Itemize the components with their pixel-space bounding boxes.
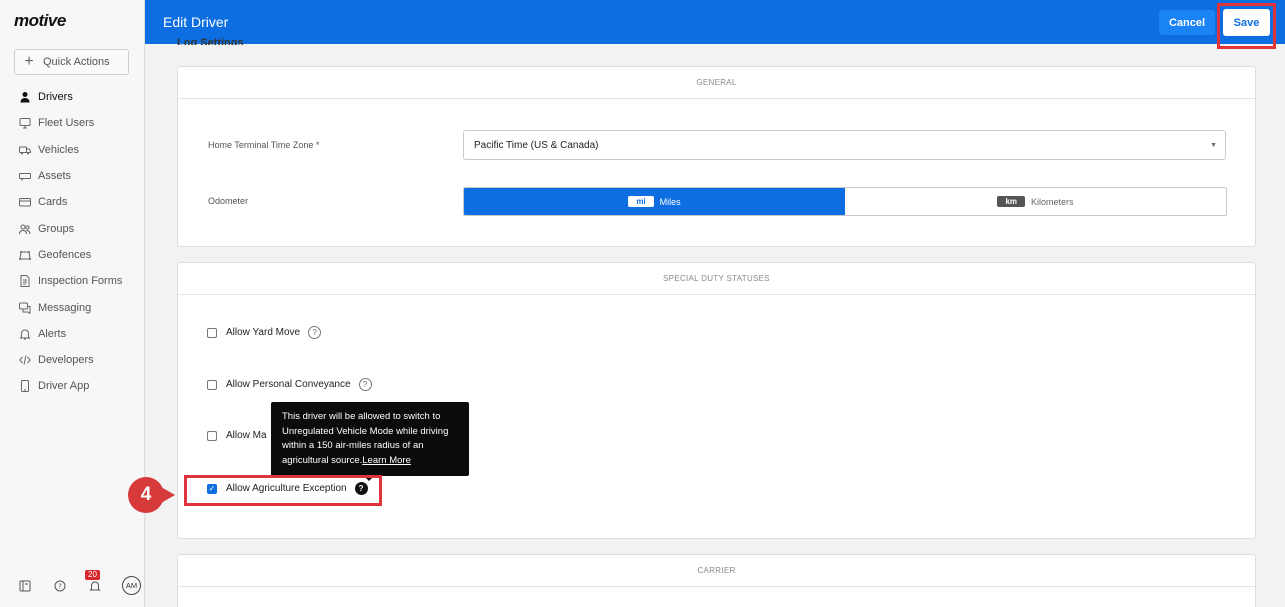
chevron-down-icon: ▼ <box>1210 142 1217 149</box>
sidebar-item-alerts[interactable]: Alerts <box>0 321 145 347</box>
sidebar-item-label: Developers <box>38 354 94 367</box>
sidebar-item-groups[interactable]: Groups <box>0 215 145 241</box>
truck-icon <box>16 144 34 156</box>
card-icon <box>16 196 34 208</box>
sidebar-item-fleet-users[interactable]: Fleet Users <box>0 110 145 136</box>
carrier-panel: CARRIER <box>177 554 1256 607</box>
sidebar-item-label: Fleet Users <box>38 117 95 130</box>
sidebar-item-label: Alerts <box>38 327 67 340</box>
sidebar-item-assets[interactable]: Assets <box>0 163 145 189</box>
avatar[interactable]: AM <box>122 576 141 595</box>
sidebar-item-label: Assets <box>38 170 72 183</box>
code-icon <box>16 354 34 366</box>
general-panel: GENERAL Home Terminal Time Zone * Pacifi… <box>177 66 1256 247</box>
carrier-heading: CARRIER <box>178 555 1255 587</box>
sidebar-item-label: Vehicles <box>38 143 79 156</box>
general-heading: GENERAL <box>178 67 1255 99</box>
agriculture-tooltip: This driver will be allowed to switch to… <box>271 402 469 481</box>
step-number: 4 <box>128 477 164 513</box>
sidebar-nav: Drivers Fleet Users Vehicles Assets Card… <box>0 84 145 400</box>
person-icon <box>16 91 34 103</box>
sidebar-item-vehicles[interactable]: Vehicles <box>0 137 145 163</box>
book-icon[interactable] <box>17 578 33 594</box>
trailer-icon <box>16 170 34 182</box>
group-icon <box>16 223 34 235</box>
learn-more-link[interactable]: Learn More <box>362 455 411 466</box>
help-icon[interactable]: ? <box>308 326 322 339</box>
sidebar-item-messaging[interactable]: Messaging <box>0 294 145 320</box>
odometer-label: Odometer <box>208 196 249 206</box>
yard-move-option: Allow Yard Move ? <box>207 326 322 339</box>
save-button-highlight <box>1217 3 1276 49</box>
sidebar-item-label: Driver App <box>38 380 90 393</box>
odometer-option-kilometers[interactable]: km Kilometers <box>845 188 1226 215</box>
sidebar-item-inspection-forms[interactable]: Inspection Forms <box>0 268 145 294</box>
agriculture-exception-highlight <box>184 475 382 506</box>
odometer-option-miles[interactable]: mi Miles <box>464 188 845 215</box>
unit-badge: km <box>997 196 1026 207</box>
manual-checkbox[interactable] <box>207 430 217 441</box>
manual-option: Allow Ma <box>207 430 267 441</box>
personal-conveyance-checkbox[interactable] <box>207 379 217 390</box>
quick-actions-button[interactable]: + Quick Actions <box>14 49 129 75</box>
sidebar: motive + Quick Actions Drivers Fleet Use… <box>0 0 145 607</box>
monitor-icon <box>16 117 34 129</box>
document-icon <box>16 275 34 288</box>
svg-text:?: ? <box>58 582 62 590</box>
notification-badge: 20 <box>85 569 100 580</box>
sidebar-item-label: Drivers <box>38 91 73 104</box>
sidebar-item-developers[interactable]: Developers <box>0 347 145 373</box>
geofence-icon <box>16 249 34 261</box>
personal-conveyance-option: Allow Personal Conveyance ? <box>207 378 372 391</box>
sidebar-item-driver-app[interactable]: Driver App <box>0 373 145 399</box>
sidebar-item-label: Inspection Forms <box>38 275 123 288</box>
step-marker: 4 <box>128 477 176 513</box>
timezone-label: Home Terminal Time Zone * <box>208 140 320 150</box>
sidebar-item-label: Messaging <box>38 301 92 314</box>
sidebar-item-label: Cards <box>38 196 68 209</box>
odometer-option-label: Kilometers <box>1031 196 1074 207</box>
special-duty-heading: SPECIAL DUTY STATUSES <box>178 263 1255 295</box>
section-title: Log Settings <box>177 37 244 45</box>
bell-icon <box>16 328 34 340</box>
odometer-toggle: mi Miles km Kilometers <box>463 187 1227 216</box>
sidebar-item-label: Groups <box>38 222 75 235</box>
sidebar-item-drivers[interactable]: Drivers <box>0 84 145 110</box>
phone-icon <box>16 380 34 393</box>
quick-actions-label: Quick Actions <box>43 56 110 68</box>
plus-icon: + <box>24 53 34 70</box>
manual-label: Allow Ma <box>226 430 267 441</box>
sidebar-item-label: Geofences <box>38 248 92 261</box>
unit-badge: mi <box>628 196 654 207</box>
help-circle-icon[interactable]: ? <box>52 578 68 594</box>
page-header: Edit Driver Cancel Save <box>145 0 1285 49</box>
sidebar-item-cards[interactable]: Cards <box>0 189 145 215</box>
yard-move-label: Allow Yard Move <box>226 327 301 338</box>
chat-icon <box>16 302 34 314</box>
page-title: Edit Driver <box>163 14 229 30</box>
timezone-select[interactable]: Pacific Time (US & Canada) ▼ <box>463 130 1226 160</box>
yard-move-checkbox[interactable] <box>207 327 217 338</box>
timezone-value: Pacific Time (US & Canada) <box>474 139 599 151</box>
personal-conveyance-label: Allow Personal Conveyance <box>226 379 351 390</box>
notification-bell-icon[interactable]: 20 <box>85 569 103 594</box>
sidebar-item-geofences[interactable]: Geofences <box>0 242 145 268</box>
odometer-option-label: Miles <box>659 196 681 207</box>
help-icon[interactable]: ? <box>358 378 372 391</box>
cancel-button[interactable]: Cancel <box>1159 10 1215 35</box>
app-root: motive + Quick Actions Drivers Fleet Use… <box>0 0 1285 607</box>
sidebar-footer: ? 20 AM <box>17 569 141 595</box>
motive-logo[interactable]: motive <box>14 11 66 31</box>
